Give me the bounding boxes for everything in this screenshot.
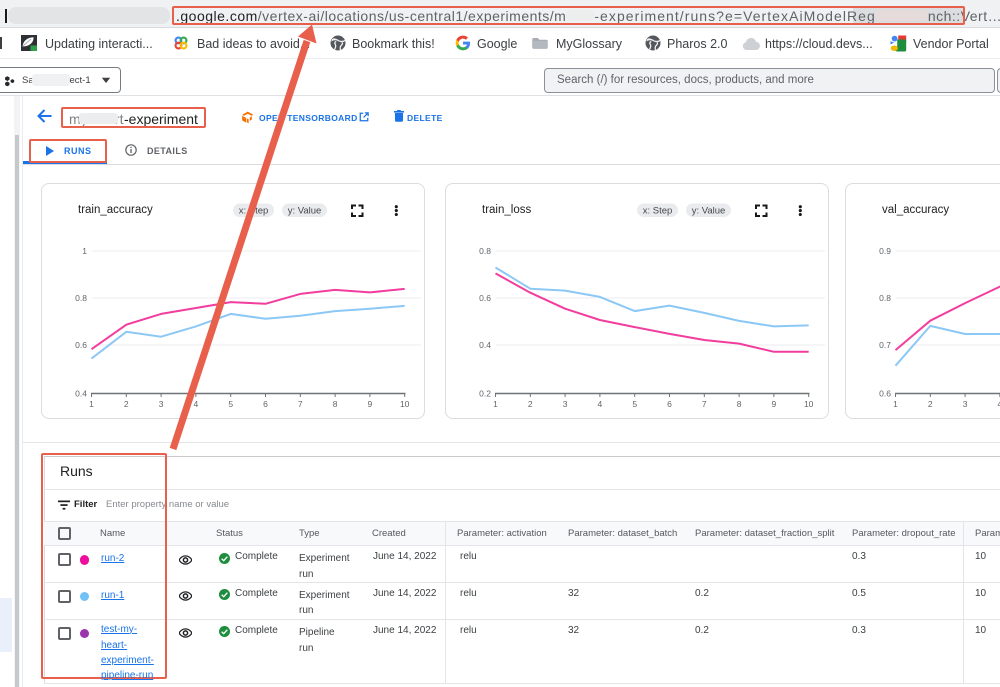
svg-text:4: 4 <box>598 399 603 409</box>
svg-text:7: 7 <box>298 399 303 409</box>
svg-text:0.8: 0.8 <box>75 293 87 303</box>
svg-text:0.8: 0.8 <box>879 293 891 303</box>
svg-text:x: Step: x: Step <box>643 206 673 217</box>
svg-text:2: 2 <box>124 399 129 409</box>
svg-text:9: 9 <box>368 399 373 409</box>
svg-text:3: 3 <box>563 399 568 409</box>
svg-text:4: 4 <box>194 399 199 409</box>
svg-text:1: 1 <box>493 399 498 409</box>
svg-text:0.9: 0.9 <box>879 246 891 256</box>
svg-text:2: 2 <box>928 399 933 409</box>
svg-text:5: 5 <box>632 399 637 409</box>
svg-text:2: 2 <box>528 399 533 409</box>
svg-text:1: 1 <box>82 246 87 256</box>
svg-text:8: 8 <box>333 399 338 409</box>
svg-text:0.6: 0.6 <box>75 340 87 350</box>
svg-text:10: 10 <box>400 399 410 409</box>
svg-text:0.7: 0.7 <box>879 340 891 350</box>
svg-text:1: 1 <box>893 399 898 409</box>
svg-text:6: 6 <box>667 399 672 409</box>
svg-text:y: Value: y: Value <box>288 206 322 217</box>
svg-text:0.4: 0.4 <box>479 340 491 350</box>
svg-text:3: 3 <box>963 399 968 409</box>
svg-text:9: 9 <box>772 399 777 409</box>
svg-text:3: 3 <box>159 399 164 409</box>
svg-text:val_accuracy: val_accuracy <box>882 204 949 216</box>
svg-text:0.6: 0.6 <box>879 389 891 399</box>
svg-text:7: 7 <box>702 399 707 409</box>
svg-text:5: 5 <box>228 399 233 409</box>
svg-text:y: Value: y: Value <box>692 206 726 217</box>
svg-text:0.6: 0.6 <box>479 293 491 303</box>
svg-text:6: 6 <box>263 399 268 409</box>
svg-text:0.8: 0.8 <box>479 246 491 256</box>
svg-text:0.2: 0.2 <box>479 389 491 399</box>
svg-text:0.4: 0.4 <box>75 389 87 399</box>
svg-text:10: 10 <box>804 399 814 409</box>
svg-text:x: Step: x: Step <box>239 206 269 217</box>
svg-text:train_accuracy: train_accuracy <box>78 204 153 216</box>
svg-text:8: 8 <box>737 399 742 409</box>
svg-text:1: 1 <box>89 399 94 409</box>
svg-text:train_loss: train_loss <box>482 204 531 216</box>
